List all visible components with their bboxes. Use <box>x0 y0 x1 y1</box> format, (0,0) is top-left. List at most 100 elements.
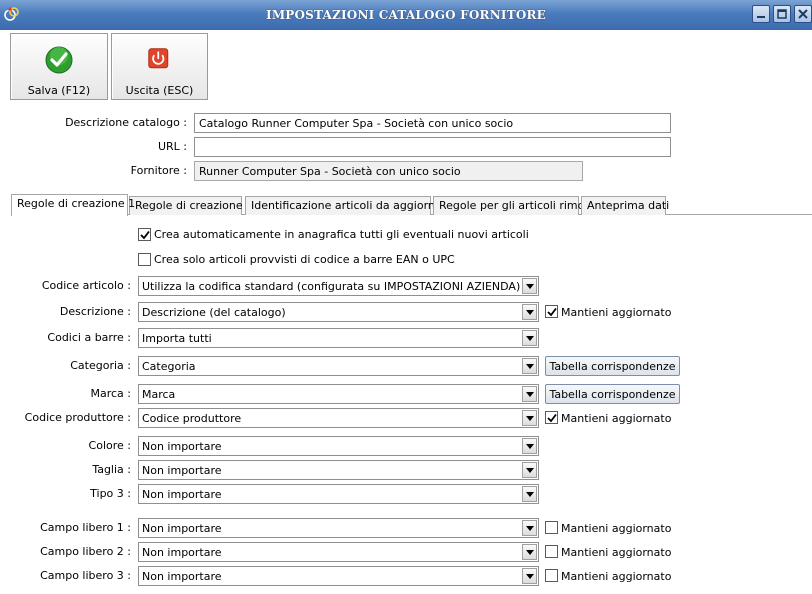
green-checkmark-icon <box>45 46 73 74</box>
field-label-campo-libero-2: Campo libero 2 : <box>40 545 131 558</box>
chevron-down-icon <box>526 416 534 421</box>
chevron-down-icon <box>526 468 534 473</box>
select-codice-produttore[interactable]: Codice produttore <box>138 408 539 428</box>
select-value: Non importare <box>142 570 222 583</box>
supplier-field: Runner Computer Spa - Società con unico … <box>194 161 583 181</box>
maximize-icon <box>777 9 787 19</box>
select-campo-libero-3[interactable]: Non importare <box>138 566 539 586</box>
tab-articoli-rimossi[interactable]: Regole per gli articoli rimossi <box>433 196 599 215</box>
field-label-descrizione: Descrizione : <box>59 305 131 318</box>
select-codice-articolo[interactable]: Utilizza la codifica standard (configura… <box>138 276 539 296</box>
minimize-icon <box>757 16 765 18</box>
description-label: Descrizione catalogo : <box>65 116 187 129</box>
field-label-codice-articolo: Codice articolo : <box>41 279 131 292</box>
chevron-down-icon <box>526 574 534 579</box>
chevron-down-icon <box>526 492 534 497</box>
chevron-down-icon <box>526 284 534 289</box>
mapping-table-button-marca[interactable]: Tabella corrispondenze <box>545 384 680 404</box>
chevron-down-icon <box>526 550 534 555</box>
select-marca[interactable]: Marca <box>138 384 539 404</box>
keep-updated-label: Mantieni aggiornato <box>561 546 672 559</box>
dropdown-arrow[interactable] <box>522 304 537 320</box>
exit-button[interactable]: Uscita (ESC) <box>111 33 208 100</box>
chevron-down-icon <box>526 526 534 531</box>
field-label-codici-a-barre: Codici a barre : <box>47 331 131 344</box>
url-input[interactable] <box>194 137 671 157</box>
checkmark-icon <box>547 307 557 317</box>
checkmark-icon <box>140 230 150 240</box>
field-label-tipo-3: Tipo 3 : <box>90 487 131 500</box>
keep-updated-checkbox-campo-libero-3[interactable] <box>545 569 558 582</box>
tab-anteprima-dati[interactable]: Anteprima dati <box>581 196 669 215</box>
tab-identificazione-articoli[interactable]: Identificazione articoli da aggiornare <box>245 196 453 215</box>
select-campo-libero-2[interactable]: Non importare <box>138 542 539 562</box>
chevron-down-icon <box>526 392 534 397</box>
select-codici-a-barre[interactable]: Importa tutti <box>138 328 539 348</box>
dropdown-arrow[interactable] <box>522 544 537 560</box>
url-label: URL : <box>157 140 187 153</box>
mapping-table-button-categoria[interactable]: Tabella corrispondenze <box>545 356 680 376</box>
window-title: IMPOSTAZIONI CATALOGO FORNITORE <box>266 8 546 22</box>
select-categoria[interactable]: Categoria <box>138 356 539 376</box>
keep-updated-checkbox-campo-libero-2[interactable] <box>545 545 558 558</box>
select-tipo-3[interactable]: Non importare <box>138 484 539 504</box>
dropdown-arrow[interactable] <box>522 438 537 454</box>
keep-updated-label: Mantieni aggiornato <box>561 570 672 583</box>
dropdown-arrow[interactable] <box>522 386 537 402</box>
exit-button-label: Uscita (ESC) <box>125 84 194 97</box>
select-descrizione[interactable]: Descrizione (del catalogo) <box>138 302 539 322</box>
dropdown-arrow[interactable] <box>522 568 537 584</box>
dropdown-arrow[interactable] <box>522 410 537 426</box>
field-label-codice-produttore: Codice produttore : <box>24 411 131 424</box>
dropdown-arrow[interactable] <box>522 486 537 502</box>
chevron-down-icon <box>526 310 534 315</box>
field-label-taglia: Taglia : <box>92 463 131 476</box>
select-value: Categoria <box>142 360 196 373</box>
dropdown-arrow[interactable] <box>522 278 537 294</box>
keep-updated-label: Mantieni aggiornato <box>561 412 672 425</box>
chevron-down-icon <box>526 444 534 449</box>
chevron-down-icon <box>526 364 534 369</box>
close-icon <box>798 9 808 19</box>
field-label-campo-libero-1: Campo libero 1 : <box>40 521 131 534</box>
auto-create-label: Crea automaticamente in anagrafica tutti… <box>154 228 529 241</box>
select-value: Descrizione (del catalogo) <box>142 306 286 319</box>
select-value: Codice produttore <box>142 412 242 425</box>
dropdown-arrow[interactable] <box>522 520 537 536</box>
select-value: Non importare <box>142 440 222 453</box>
select-value: Non importare <box>142 522 222 535</box>
save-button-label: Salva (F12) <box>27 84 91 97</box>
description-input[interactable]: Catalogo Runner Computer Spa - Società c… <box>194 113 671 133</box>
supplier-label: Fornitore : <box>130 164 187 177</box>
keep-updated-checkbox-campo-libero-1[interactable] <box>545 521 558 534</box>
select-value: Importa tutti <box>142 332 212 345</box>
close-button[interactable] <box>794 5 812 23</box>
select-colore[interactable]: Non importare <box>138 436 539 456</box>
maximize-button[interactable] <box>773 5 791 23</box>
keep-updated-checkbox-descrizione[interactable] <box>545 305 558 318</box>
checkmark-icon <box>547 413 557 423</box>
barcode-only-checkbox[interactable] <box>138 253 151 266</box>
tab-regole-creazione-2[interactable]: Regole di creazione 2 <box>129 196 253 215</box>
auto-create-checkbox[interactable] <box>138 228 151 241</box>
red-power-icon <box>147 48 168 69</box>
select-value: Non importare <box>142 488 222 501</box>
field-label-marca: Marca : <box>90 387 131 400</box>
keep-updated-checkbox-codice-produttore[interactable] <box>545 411 558 424</box>
select-value: Non importare <box>142 464 222 477</box>
keep-updated-label: Mantieni aggiornato <box>561 522 672 535</box>
keep-updated-label: Mantieni aggiornato <box>561 306 672 319</box>
dropdown-arrow[interactable] <box>522 330 537 346</box>
save-button[interactable]: Salva (F12) <box>10 33 108 100</box>
select-taglia[interactable]: Non importare <box>138 460 539 480</box>
select-campo-libero-1[interactable]: Non importare <box>138 518 539 538</box>
minimize-button[interactable] <box>752 5 770 23</box>
barcode-only-label: Crea solo articoli provvisti di codice a… <box>154 253 455 266</box>
dropdown-arrow[interactable] <box>522 358 537 374</box>
select-value: Marca <box>142 388 176 401</box>
dropdown-arrow[interactable] <box>522 462 537 478</box>
tab-regole-creazione-1[interactable]: Regole di creazione 1 <box>11 194 135 216</box>
select-value: Utilizza la codifica standard (configura… <box>142 280 521 293</box>
field-label-categoria: Categoria : <box>70 359 131 372</box>
title-bar: IMPOSTAZIONI CATALOGO FORNITORE <box>0 0 812 30</box>
